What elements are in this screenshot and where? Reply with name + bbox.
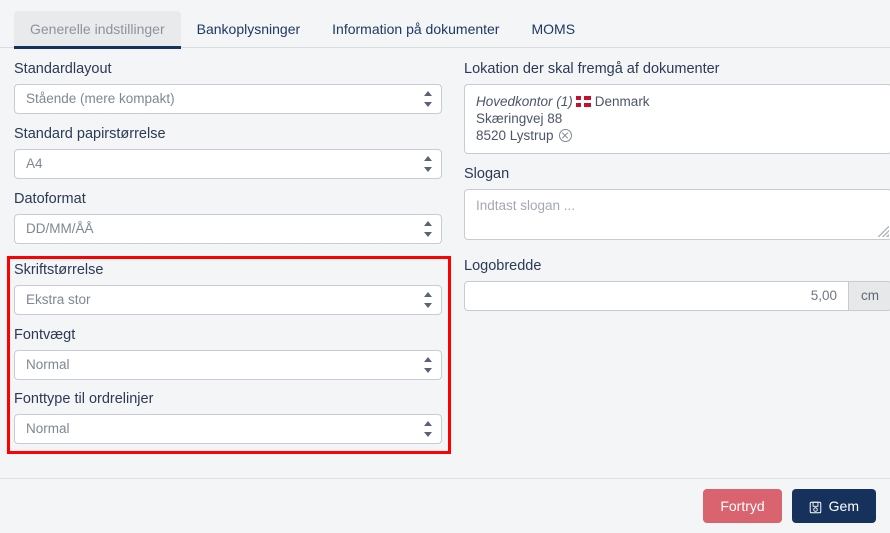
chevron-updown-icon (423, 91, 432, 107)
fontvaegt-select[interactable]: Normal (14, 350, 442, 380)
fontvaegt-value: Normal (26, 357, 70, 372)
lokation-postal-line: 8520 Lystrup (476, 127, 880, 144)
fonttype-select[interactable]: Normal (14, 414, 442, 444)
chevron-updown-icon (423, 292, 432, 308)
field-standardlayout: Standardlayout Stående (mere kompakt) (14, 60, 442, 114)
tab-moms[interactable]: MOMS (515, 11, 591, 48)
field-fontvaegt: Fontvægt Normal (14, 326, 442, 380)
standardlayout-label: Standardlayout (14, 61, 112, 77)
logobredde-unit-addon: cm (848, 281, 890, 311)
slogan-placeholder: Indtast slogan ... (476, 198, 576, 213)
lokation-label: Lokation der skal fremgå af dokumenter (464, 61, 720, 77)
tab-information-pa-dokumenter[interactable]: Information på dokumenter (316, 11, 515, 48)
slogan-input[interactable]: Indtast slogan ... (464, 189, 890, 240)
lokation-box[interactable]: Hovedkontor (1) Denmark Skæringvej 88 852… (464, 84, 890, 154)
form-footer: Fortryd Gem (0, 478, 890, 533)
resize-grip-icon[interactable] (878, 226, 889, 237)
field-papirstorrelse: Standard papirstørrelse A4 (14, 125, 442, 179)
chevron-updown-icon (423, 221, 432, 237)
skriftstorrelse-value: Ekstra stor (26, 292, 91, 307)
field-skriftstorrelse: Skriftstørrelse Ekstra stor (14, 261, 442, 315)
fonttype-label: Fonttype til ordrelinjer (14, 391, 154, 407)
field-lokation: Lokation der skal fremgå af dokumenter H… (464, 60, 890, 154)
save-button-label: Gem (828, 498, 859, 514)
tab-label: Bankoplysninger (196, 21, 301, 37)
chevron-updown-icon (423, 156, 432, 172)
fonttype-value: Normal (26, 421, 70, 436)
standardlayout-select[interactable]: Stående (mere kompakt) (14, 84, 442, 114)
tab-label: Generelle indstillinger (30, 21, 165, 37)
skriftstorrelse-select[interactable]: Ekstra stor (14, 285, 442, 315)
tab-label: MOMS (531, 21, 576, 37)
lokation-name-line: Hovedkontor (1) Denmark (476, 93, 880, 110)
field-logobredde: Logobredde 5,00 cm (464, 257, 890, 311)
papirstorrelse-value: A4 (26, 156, 43, 171)
tab-bankoplysninger[interactable]: Bankoplysninger (181, 11, 317, 48)
fontvaegt-label: Fontvægt (14, 327, 76, 343)
papirstorrelse-label: Standard papirstørrelse (14, 126, 166, 142)
logobredde-input-group: 5,00 cm (464, 281, 890, 311)
save-button[interactable]: Gem (791, 489, 876, 523)
settings-form: Standardlayout Stående (mere kompakt) St… (0, 48, 890, 455)
field-slogan: Slogan Indtast slogan ... (464, 165, 890, 240)
lokation-country: Denmark (594, 94, 650, 109)
chevron-updown-icon (423, 357, 432, 373)
denmark-flag-icon (575, 96, 591, 107)
lokation-name: Hovedkontor (1) (476, 94, 573, 109)
lokation-postal-city: 8520 Lystrup (476, 128, 554, 143)
field-datoformat: Datoformat DD/MM/ÅÅ (14, 190, 442, 244)
skriftstorrelse-label: Skriftstørrelse (14, 262, 104, 278)
tab-bar: Generelle indstillinger Bankoplysninger … (0, 0, 890, 49)
left-column: Standardlayout Stående (mere kompakt) St… (14, 60, 442, 455)
field-fonttype-ordrelinjer: Fonttype til ordrelinjer Normal (14, 390, 442, 444)
slogan-label: Slogan (464, 166, 510, 182)
standardlayout-value: Stående (mere kompakt) (26, 91, 175, 106)
lokation-address: Skæringvej 88 (476, 111, 563, 126)
clear-icon[interactable] (558, 129, 572, 142)
cancel-button-label: Fortryd (720, 498, 765, 514)
datoformat-select[interactable]: DD/MM/ÅÅ (14, 214, 442, 244)
tab-generelle-indstillinger[interactable]: Generelle indstillinger (14, 11, 181, 49)
chevron-updown-icon (423, 421, 432, 437)
papirstorrelse-select[interactable]: A4 (14, 149, 442, 179)
tab-label: Information på dokumenter (332, 21, 500, 37)
logobredde-input[interactable]: 5,00 (464, 281, 848, 311)
save-icon (809, 500, 822, 513)
datoformat-label: Datoformat (14, 191, 86, 207)
right-column: Lokation der skal fremgå af dokumenter H… (464, 60, 890, 455)
logobredde-label: Logobredde (464, 258, 542, 274)
datoformat-value: DD/MM/ÅÅ (26, 221, 94, 236)
cancel-button[interactable]: Fortryd (703, 489, 782, 523)
